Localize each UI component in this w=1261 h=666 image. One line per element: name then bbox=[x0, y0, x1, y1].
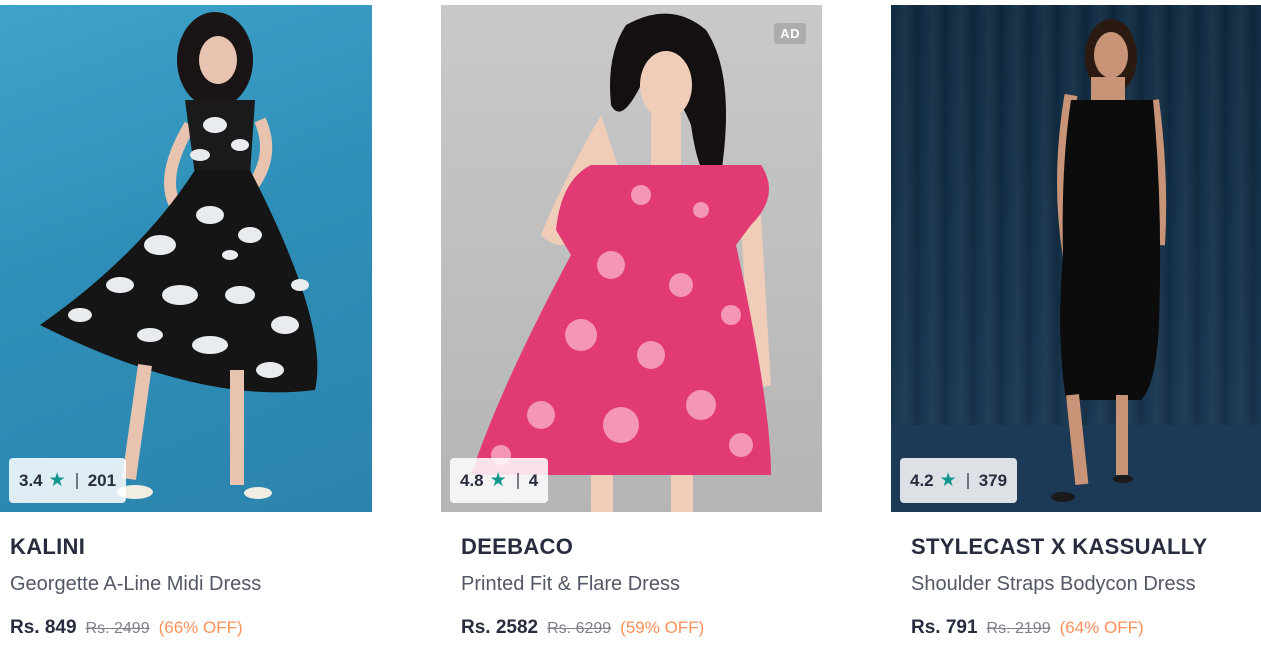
star-icon: ★ bbox=[939, 470, 957, 491]
product-title[interactable]: Georgette A-Line Midi Dress bbox=[10, 573, 261, 596]
discount: (64% OFF) bbox=[1059, 618, 1144, 637]
product-image[interactable]: AD 4.8 ★ 4 bbox=[441, 5, 822, 512]
price: Rs. 849 bbox=[10, 617, 77, 638]
divider bbox=[966, 472, 969, 489]
rating-value: 3.4 bbox=[19, 470, 43, 490]
ad-badge: AD bbox=[774, 23, 806, 44]
price: Rs. 2582 bbox=[461, 617, 539, 638]
price: Rs. 791 bbox=[911, 617, 978, 638]
model-photo bbox=[471, 13, 771, 512]
product-image[interactable]: 3.4 ★ 201 bbox=[0, 5, 372, 512]
rating-value: 4.8 bbox=[460, 470, 484, 490]
price-row: Rs. 791 Rs. 2199 (64% OFF) bbox=[911, 617, 1144, 639]
product-brand[interactable]: DEEBACO bbox=[461, 534, 573, 560]
model-photo bbox=[891, 19, 1261, 512]
rating-badge: 4.2 ★ 379 bbox=[900, 458, 1018, 503]
rating-count: 379 bbox=[978, 470, 1008, 490]
discount: (66% OFF) bbox=[158, 618, 243, 637]
product-brand[interactable]: KALINI bbox=[10, 534, 85, 560]
original-price: Rs. 2499 bbox=[85, 620, 150, 637]
divider bbox=[516, 472, 519, 489]
rating-count: 4 bbox=[528, 470, 539, 490]
rating-badge: 4.8 ★ 4 bbox=[450, 458, 549, 503]
original-price: Rs. 2199 bbox=[986, 620, 1051, 637]
product-card[interactable]: AD 4.8 ★ 4 DEEBACO Printed Fit & Flare D… bbox=[441, 0, 822, 666]
price-row: Rs. 2582 Rs. 6299 (59% OFF) bbox=[461, 617, 704, 639]
rating-value: 4.2 bbox=[910, 470, 934, 490]
rating-count: 201 bbox=[87, 470, 117, 490]
discount: (59% OFF) bbox=[620, 618, 705, 637]
product-image[interactable]: 4.2 ★ 379 bbox=[891, 5, 1261, 512]
model-photo bbox=[40, 12, 318, 499]
star-icon: ★ bbox=[48, 470, 66, 491]
star-icon: ★ bbox=[489, 470, 507, 491]
divider bbox=[75, 472, 78, 489]
product-brand[interactable]: STYLECAST X KASSUALLY bbox=[911, 534, 1207, 560]
product-title[interactable]: Shoulder Straps Bodycon Dress bbox=[911, 573, 1196, 596]
rating-badge: 3.4 ★ 201 bbox=[9, 458, 127, 503]
product-title[interactable]: Printed Fit & Flare Dress bbox=[461, 573, 680, 596]
product-card[interactable]: 4.2 ★ 379 STYLECAST X KASSUALLY Shoulder… bbox=[891, 0, 1261, 666]
price-row: Rs. 849 Rs. 2499 (66% OFF) bbox=[10, 617, 243, 639]
product-card[interactable]: 3.4 ★ 201 KALINI Georgette A-Line Midi D… bbox=[0, 0, 372, 666]
original-price: Rs. 6299 bbox=[547, 620, 612, 637]
